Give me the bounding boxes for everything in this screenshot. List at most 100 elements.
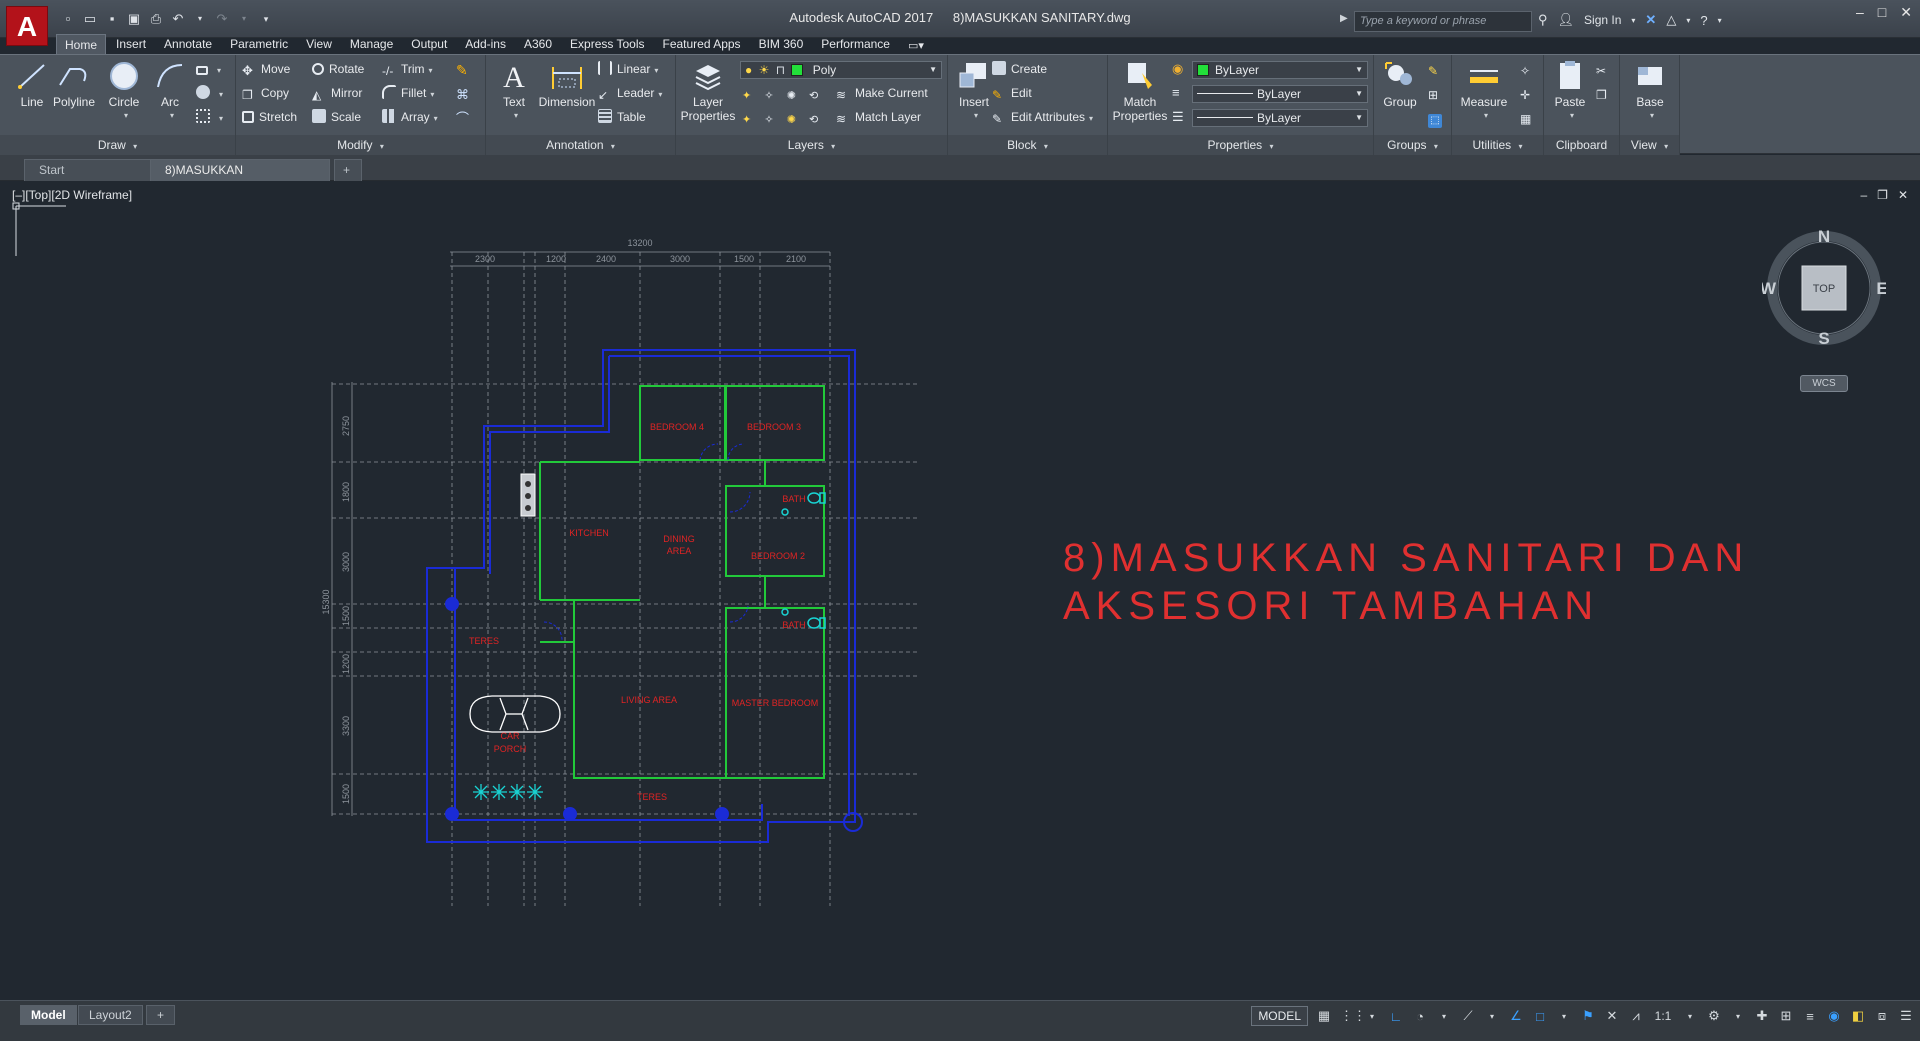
workspace-dropdown-icon[interactable]: ▾ bbox=[1730, 1012, 1746, 1021]
boundary-dropdown-icon[interactable]: ▾ bbox=[219, 114, 223, 123]
undo-dropdown-icon[interactable]: ▾ bbox=[192, 11, 208, 27]
layer-properties-button[interactable]: Layer Properties bbox=[680, 59, 736, 123]
layout2-tab[interactable]: Layout2 bbox=[78, 1005, 143, 1025]
ribbon-tab-express-tools[interactable]: Express Tools bbox=[562, 34, 652, 54]
wcs-menu-button[interactable]: WCS bbox=[1800, 375, 1848, 392]
drawing-tab[interactable]: 8)MASUKKAN SANITARY*✕ bbox=[150, 159, 330, 197]
modify-panel-title[interactable]: Modify ▾ bbox=[236, 135, 485, 155]
layer-lock-icon[interactable]: ⟲ bbox=[809, 86, 823, 102]
layer-freeze-icon[interactable]: ✺ bbox=[787, 86, 801, 102]
ribbon-tab-insert[interactable]: Insert bbox=[108, 34, 154, 54]
a360-dropdown-icon[interactable]: ▾ bbox=[1686, 16, 1690, 25]
annotation-scale-dropdown-icon[interactable]: ▾ bbox=[1682, 1012, 1698, 1021]
arc-button[interactable]: Arc ▾ bbox=[146, 59, 194, 123]
isolate-objects-icon[interactable]: ◉ bbox=[1826, 1008, 1842, 1024]
help-icon[interactable]: ? bbox=[1700, 13, 1707, 28]
compass-south[interactable]: S bbox=[1818, 329, 1829, 348]
annotation-scale-icon[interactable]: ⩘ bbox=[1628, 1008, 1644, 1024]
annotation-visibility-icon[interactable]: ⚑ bbox=[1580, 1008, 1596, 1024]
compass-north[interactable]: N bbox=[1818, 227, 1830, 246]
ribbon-tab-manage[interactable]: Manage bbox=[342, 34, 401, 54]
circle-button[interactable]: Circle ▾ bbox=[100, 59, 148, 123]
quick-properties-icon[interactable]: ≡ bbox=[1802, 1009, 1818, 1024]
circle-dropdown-icon[interactable]: ▾ bbox=[104, 109, 148, 123]
new-file-icon[interactable]: ▫ bbox=[60, 11, 76, 27]
group-selection-button[interactable]: ⬚ bbox=[1428, 107, 1447, 128]
trim-button[interactable]: -/- Trim ▾ bbox=[382, 59, 433, 79]
binoculars-icon[interactable]: ⚲ bbox=[1538, 12, 1548, 28]
units-icon[interactable]: ⊞ bbox=[1778, 1008, 1794, 1024]
snap-dropdown-icon[interactable]: ▾ bbox=[1364, 1012, 1380, 1021]
new-tab-button[interactable]: + bbox=[334, 159, 362, 181]
ribbon-minimize-icon[interactable]: ▭▾ bbox=[900, 37, 932, 54]
layer-isolate-icon[interactable]: ✧ bbox=[764, 86, 778, 102]
paste-dropdown-icon[interactable]: ▾ bbox=[1550, 109, 1594, 123]
ribbon-tab-add-ins[interactable]: Add-ins bbox=[457, 34, 514, 54]
layer-unlock-icon[interactable]: ⟲ bbox=[809, 110, 823, 126]
block-panel-expand-icon[interactable]: ▾ bbox=[1044, 142, 1048, 151]
text-dropdown-icon[interactable]: ▾ bbox=[494, 109, 538, 123]
id-point-button[interactable]: ✛ bbox=[1520, 83, 1539, 103]
a360-icon[interactable]: △ bbox=[1666, 12, 1676, 28]
rotate-button[interactable]: Rotate bbox=[312, 59, 364, 79]
linear-button[interactable]: Linear ▾ bbox=[598, 59, 658, 79]
ribbon-tab-annotate[interactable]: Annotate bbox=[156, 34, 220, 54]
redo-icon[interactable]: ↷ bbox=[214, 11, 230, 27]
search-expand-icon[interactable]: ▶ bbox=[1340, 13, 1348, 24]
array-dropdown-icon[interactable]: ▾ bbox=[434, 114, 438, 123]
snap-icon[interactable]: ⋮⋮ bbox=[1340, 1008, 1366, 1024]
linear-dropdown-icon[interactable]: ▾ bbox=[654, 66, 658, 75]
lineweight-dropdown[interactable]: ByLayer ▼ bbox=[1192, 109, 1368, 127]
user-icon[interactable]: 👤︎ bbox=[1558, 12, 1575, 28]
layer-match-icon[interactable]: ✦ bbox=[742, 110, 756, 126]
polar-icon[interactable]: ◔ bbox=[1412, 1009, 1428, 1024]
sign-in-link[interactable]: Sign In bbox=[1584, 13, 1621, 27]
scale-button[interactable]: Scale bbox=[312, 107, 361, 127]
quick-select-button[interactable]: ✧ bbox=[1520, 59, 1539, 79]
offset-button[interactable]: ⌒ bbox=[456, 107, 475, 127]
rectangle-dropdown-icon[interactable]: ▾ bbox=[217, 66, 221, 75]
ungroup-button[interactable]: ✎ bbox=[1428, 59, 1447, 79]
ribbon-tab-a360[interactable]: A360 bbox=[516, 34, 560, 54]
polyline-button[interactable]: Polyline bbox=[50, 59, 98, 109]
linetype-dropdown[interactable]: ByLayer ▼ bbox=[1192, 85, 1368, 103]
model-tab[interactable]: Model bbox=[20, 1005, 77, 1025]
hatch-dropdown-icon[interactable]: ▾ bbox=[219, 90, 223, 99]
arc-dropdown-icon[interactable]: ▾ bbox=[150, 109, 194, 123]
clipboard-panel-title[interactable]: Clipboard bbox=[1544, 135, 1619, 155]
calculator-button[interactable]: ▦ bbox=[1520, 107, 1539, 127]
layers-panel-expand-icon[interactable]: ▾ bbox=[831, 142, 835, 151]
groups-panel-title[interactable]: Groups ▾ bbox=[1374, 135, 1451, 155]
save-as-icon[interactable]: ▣ bbox=[126, 11, 142, 27]
rectangle-button[interactable]: ▾ bbox=[196, 59, 221, 79]
create-block-button[interactable]: Create bbox=[992, 59, 1047, 79]
annotation-panel-title[interactable]: Annotation ▾ bbox=[486, 135, 675, 155]
properties-panel-expand-icon[interactable]: ▾ bbox=[1270, 142, 1274, 151]
copy-clip-button[interactable]: ❐ bbox=[1596, 83, 1615, 103]
ortho-icon[interactable]: ∟ bbox=[1388, 1009, 1404, 1024]
group-edit-button[interactable]: ⊞ bbox=[1428, 83, 1447, 103]
draw-panel-title[interactable]: Draw ▾ bbox=[0, 135, 235, 155]
auto-scale-icon[interactable]: ✕ bbox=[1604, 1008, 1620, 1024]
line-button[interactable]: Line bbox=[8, 59, 56, 109]
help-dropdown-icon[interactable]: ▾ bbox=[1718, 16, 1722, 25]
grid-icon[interactable]: ▦ bbox=[1316, 1008, 1332, 1024]
ribbon-tab-featured-apps[interactable]: Featured Apps bbox=[655, 34, 749, 54]
fillet-button[interactable]: Fillet ▾ bbox=[382, 83, 434, 103]
utilities-panel-expand-icon[interactable]: ▾ bbox=[1519, 142, 1523, 151]
compass-east[interactable]: E bbox=[1876, 279, 1886, 298]
workspace-icon[interactable]: ⚙ bbox=[1706, 1008, 1722, 1024]
base-button[interactable]: Base ▾ bbox=[1626, 59, 1674, 123]
exchange-icon[interactable]: ✕ bbox=[1645, 12, 1656, 28]
erase-button[interactable]: ✎ bbox=[456, 59, 475, 79]
drawing-canvas[interactable]: [–][Top][2D Wireframe] – ❐ ✕ 13200 2300 … bbox=[0, 182, 1920, 1000]
annotation-panel-expand-icon[interactable]: ▾ bbox=[611, 142, 615, 151]
maximize-icon[interactable]: □ bbox=[1878, 4, 1886, 21]
make-current-button[interactable]: ≋ Make Current bbox=[836, 83, 928, 103]
layers-panel-title[interactable]: Layers ▾ bbox=[676, 135, 947, 155]
utilities-panel-title[interactable]: Utilities ▾ bbox=[1452, 135, 1543, 155]
view-panel-title[interactable]: View ▾ bbox=[1620, 135, 1679, 155]
match-properties-button[interactable]: Match Properties bbox=[1112, 59, 1168, 123]
edit-attributes-button[interactable]: ✎ Edit Attributes ▾ bbox=[992, 107, 1093, 127]
annotation-monitor-icon[interactable]: ✚ bbox=[1754, 1008, 1770, 1024]
